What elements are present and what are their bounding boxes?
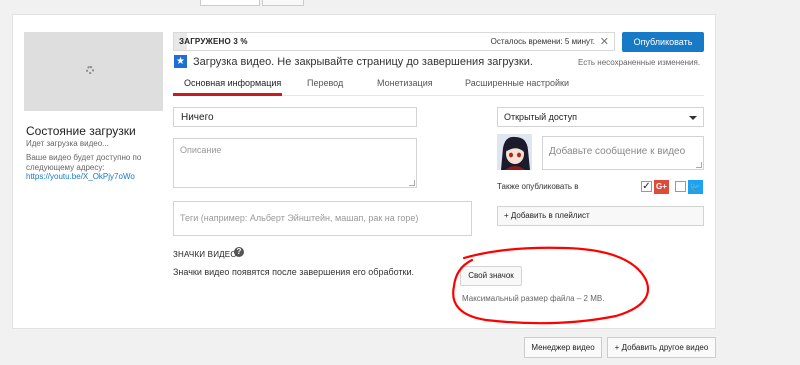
tags-field[interactable]: Теги (например: Альберт Эйнштейн, машап,… [173,201,472,236]
tab-basic-info[interactable]: Основная информация [184,78,281,88]
tags-placeholder: Теги (например: Альберт Эйнштейн, машап,… [180,213,419,223]
twitter-checkbox[interactable] [675,181,686,192]
video-url-link[interactable]: https://youtu.be/X_OkPjy7oWo [26,172,135,181]
progress-label: ЗАГРУЖЕНО 3 % [179,37,248,46]
description-field[interactable]: Описание [173,138,417,188]
title-value: Ничего [181,112,214,123]
search-input-edge[interactable] [200,0,260,6]
active-tab-indicator [173,93,282,96]
upload-progress-bar: ЗАГРУЖЕНО 3 % Осталось времени: 5 минут.… [173,32,615,51]
publish-button[interactable]: Опубликовать [622,32,704,52]
upload-status-title: Состояние загрузки [26,124,136,138]
resize-handle-icon[interactable] [696,162,702,168]
upload-status-sub: Идет загрузка видео... [26,139,109,148]
title-field[interactable]: Ничего [173,107,417,127]
privacy-value: Открытый доступ [504,112,578,122]
thumbnails-message: Значки видео появятся после завершения е… [173,267,415,277]
tab-monetization[interactable]: Монетизация [377,78,433,88]
resize-handle-icon[interactable] [409,180,415,186]
share-message-field[interactable]: Добавьте сообщение к видео [542,136,704,170]
add-another-video-button[interactable]: + Добавить другое видео [607,337,716,358]
add-to-playlist-label: + Добавить в плейлист [504,211,590,220]
chevron-down-icon [689,116,697,120]
time-remaining: Осталось времени: 5 минут. [490,37,595,46]
star-icon: ★ [174,55,187,68]
twitter-icon: 🐦 [688,180,703,194]
description-placeholder: Описание [180,145,222,155]
upload-notice: Загрузка видео. Не закрывайте страницу д… [193,56,533,68]
tab-advanced[interactable]: Расширенные настройки [465,78,569,88]
privacy-select[interactable]: Открытый доступ [497,107,704,127]
gplus-checkbox[interactable]: ✓ [641,181,652,192]
video-manager-button[interactable]: Менеджер видео [524,337,602,358]
red-annotation-circle [452,246,649,325]
search-button-edge[interactable] [262,0,304,6]
thumbnails-heading: ЗНАЧКИ ВИДЕО [173,250,237,259]
share-message-placeholder: Добавьте сообщение к видео [549,146,686,157]
upload-status-desc: Ваше видео будет доступно по следующему … [26,153,142,172]
loading-spinner-icon [86,66,94,74]
add-to-playlist-button[interactable]: + Добавить в плейлист [497,206,704,226]
help-icon[interactable]: ? [234,247,244,257]
avatar [497,134,532,170]
close-icon[interactable]: ✕ [600,35,609,48]
tab-translation[interactable]: Перевод [307,78,343,88]
top-strip [0,0,800,10]
unsaved-changes: Есть несохраненные изменения. [578,58,701,67]
google-plus-icon: G+ [654,180,669,194]
also-publish-label: Также опубликовать в [497,182,579,191]
